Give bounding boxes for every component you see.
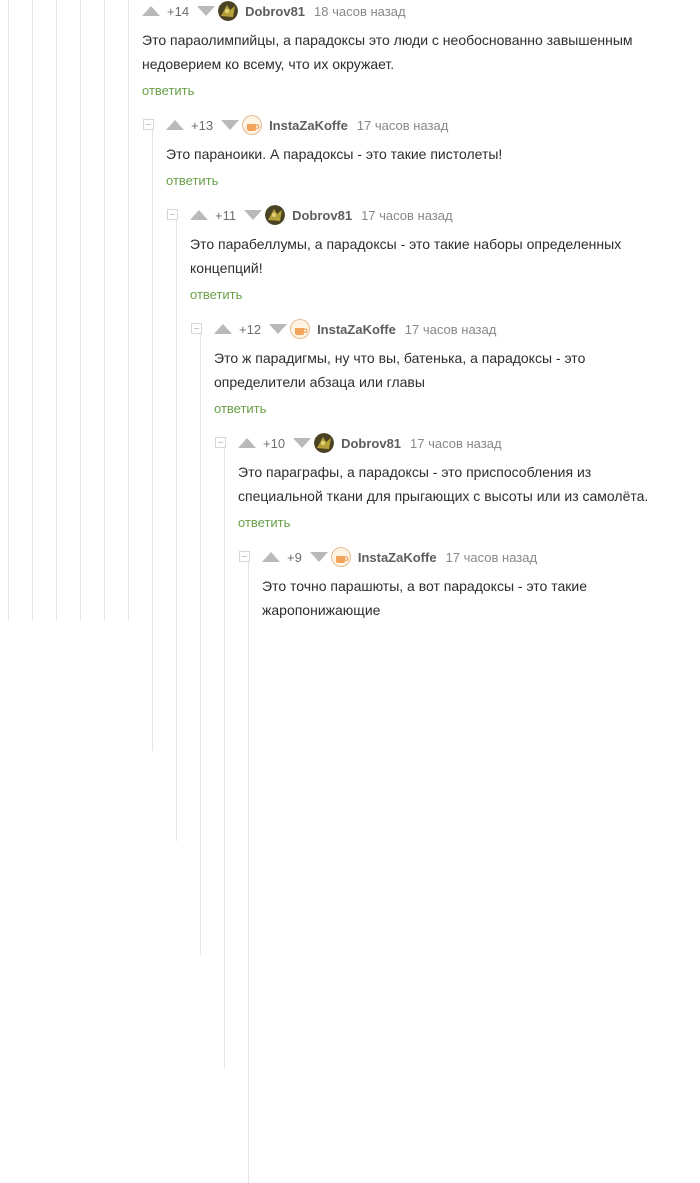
comment-header: +13 InstaZaKoffe 17 часов назад (166, 114, 448, 136)
avatar[interactable] (330, 547, 351, 567)
comment-time[interactable]: 18 часов назад (314, 4, 406, 19)
comment-time[interactable]: 17 часов назад (446, 550, 538, 565)
comment-time[interactable]: 17 часов назад (357, 118, 449, 133)
thread-line (200, 334, 201, 955)
thread-line (8, 0, 9, 621)
reply-link[interactable]: ответить (238, 515, 290, 530)
thread-line (248, 562, 249, 1183)
comment-username[interactable]: Dobrov81 (292, 208, 352, 223)
comment-text: Это параграфы, а парадоксы - это приспос… (238, 460, 648, 508)
comment-text-line: Это ж парадигмы, ну что вы, батенька, а … (214, 350, 586, 366)
comment-text-line: концепций! (190, 260, 263, 276)
comment-text: Это параноики. А парадоксы - это такие п… (166, 142, 502, 166)
thread-line (152, 130, 153, 751)
comment-text-line: определители абзаца или главы (214, 374, 425, 390)
comment-text-line: Это параноики. А парадоксы - это такие п… (166, 146, 503, 162)
avatar[interactable] (290, 319, 311, 339)
collapse-minus-icon[interactable] (143, 119, 154, 130)
arrow-up-icon[interactable] (190, 210, 208, 220)
thread-line (104, 0, 105, 621)
comment-text: Это параолимпийцы, а парадоксы это люди … (142, 28, 633, 76)
collapse-minus-icon[interactable] (167, 209, 178, 220)
comment-header: +10 Dobrov81 17 часов назад (238, 432, 502, 454)
comment-text-line: недоверием ко всему, что их окружает. (142, 56, 395, 72)
comment-rating: +11 (215, 207, 237, 223)
arrow-up-icon[interactable] (142, 6, 160, 16)
thread-line (128, 0, 129, 621)
comment-time[interactable]: 17 часов назад (405, 322, 497, 337)
thread-line (176, 220, 177, 841)
avatar[interactable] (218, 1, 239, 21)
collapse-minus-icon[interactable] (191, 323, 202, 334)
comment-username[interactable]: InstaZaKoffe (358, 550, 437, 565)
comment-rating: +9 (287, 549, 302, 565)
comment-rating: +12 (239, 321, 262, 337)
thread-line (224, 448, 225, 1069)
comment-rating: +13 (191, 117, 214, 133)
comment-text: Это ж парадигмы, ну что вы, батенька, а … (214, 346, 585, 394)
comment-rating: +10 (263, 435, 286, 451)
comment-text-line: жаропонижающие (262, 602, 381, 618)
arrow-up-icon[interactable] (238, 438, 256, 448)
comment-header: +12 InstaZaKoffe 17 часов назад (214, 318, 496, 340)
avatar[interactable] (314, 433, 335, 453)
comment-username[interactable]: InstaZaKoffe (317, 322, 396, 337)
reply-link[interactable]: ответить (190, 287, 242, 302)
arrow-down-icon[interactable] (197, 6, 216, 16)
arrow-down-icon[interactable] (244, 210, 263, 220)
reply-link[interactable]: ответить (214, 401, 266, 416)
comment-username[interactable]: Dobrov81 (341, 436, 401, 451)
comment-text-line: Это параолимпийцы, а парадоксы это люди … (142, 32, 633, 48)
arrow-down-icon[interactable] (221, 120, 240, 130)
comment-username[interactable]: InstaZaKoffe (269, 118, 348, 133)
arrow-down-icon[interactable] (269, 324, 288, 334)
comment-header: +9 InstaZaKoffe 17 часов назад (262, 546, 537, 568)
arrow-up-icon[interactable] (166, 120, 184, 130)
comment-text-line: Это параграфы, а парадоксы - это приспос… (238, 464, 592, 480)
comment-text: Это точно парашюты, а вот парадоксы - эт… (262, 574, 587, 622)
comment-header: +11 Dobrov81 17 часов назад (190, 204, 453, 226)
comment-header: +14 Dobrov81 18 часов назад (142, 0, 406, 22)
reply-link[interactable]: ответить (166, 173, 218, 188)
comment-text: Это парабеллумы, а парадоксы - это такие… (190, 232, 621, 280)
comment-username[interactable]: Dobrov81 (245, 4, 305, 19)
comment-text-line: Это парабеллумы, а парадоксы - это такие… (190, 236, 622, 252)
collapse-minus-icon[interactable] (239, 551, 250, 562)
collapse-minus-icon[interactable] (215, 437, 226, 448)
comment-text-line: специальной ткани для прыгающих с высоты… (238, 488, 649, 504)
thread-line (32, 0, 33, 621)
arrow-up-icon[interactable] (214, 324, 232, 334)
arrow-down-icon[interactable] (293, 438, 312, 448)
comment-time[interactable]: 17 часов назад (410, 436, 502, 451)
thread-line (56, 0, 57, 621)
avatar[interactable] (242, 115, 263, 135)
comment-rating: +14 (167, 3, 190, 19)
thread-line (80, 0, 81, 621)
avatar[interactable] (265, 205, 286, 225)
reply-link[interactable]: ответить (142, 83, 194, 98)
comment-text-line: Это точно парашюты, а вот парадоксы - эт… (262, 578, 588, 594)
comment-time[interactable]: 17 часов назад (361, 208, 453, 223)
arrow-down-icon[interactable] (309, 552, 328, 562)
arrow-up-icon[interactable] (262, 552, 280, 562)
